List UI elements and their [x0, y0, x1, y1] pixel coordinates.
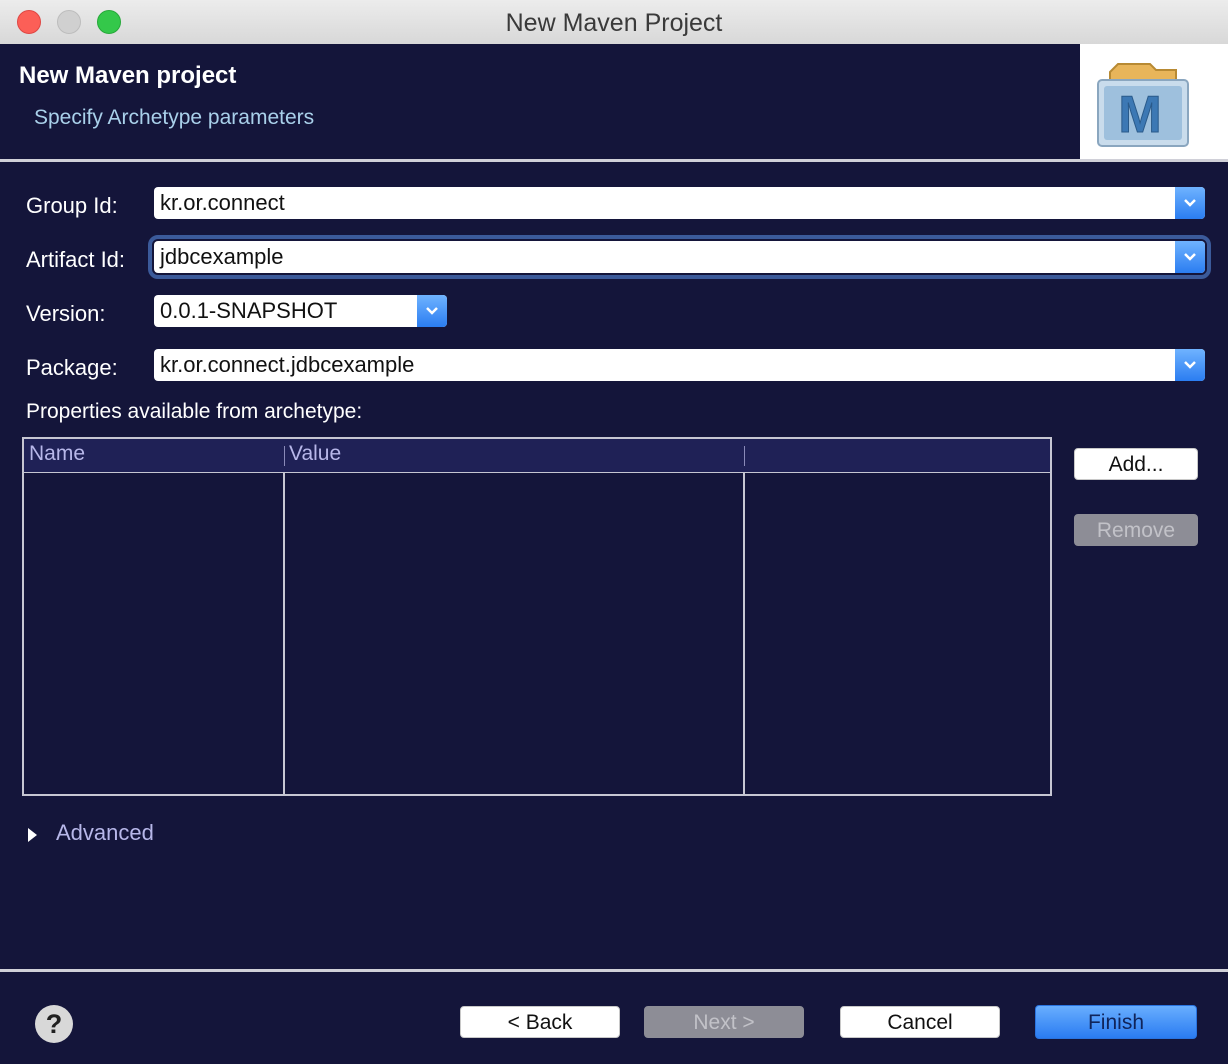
title-bar: New Maven Project: [0, 0, 1228, 45]
artifact-id-combo[interactable]: jdbcexample: [148, 235, 1211, 279]
group-id-label: Group Id:: [26, 193, 118, 218]
window-title: New Maven Project: [505, 9, 723, 37]
package-label: Package:: [26, 355, 118, 380]
version-value[interactable]: 0.0.1-SNAPSHOT: [160, 298, 337, 324]
package-dropdown-button[interactable]: [1175, 349, 1205, 381]
version-label: Version:: [26, 301, 106, 326]
advanced-label[interactable]: Advanced: [56, 820, 154, 846]
group-id-combo[interactable]: kr.or.connect: [154, 187, 1205, 219]
package-value[interactable]: kr.or.connect.jdbcexample: [160, 352, 414, 378]
maven-logo-icon: M: [1097, 63, 1189, 147]
column-header-name[interactable]: Name: [29, 442, 85, 466]
wizard-subtitle: Specify Archetype parameters: [34, 106, 315, 129]
artifact-id-label: Artifact Id:: [26, 247, 126, 272]
remove-property-button[interactable]: Remove: [1074, 514, 1198, 546]
chevron-down-icon: [1184, 361, 1196, 369]
add-property-button[interactable]: Add...: [1074, 448, 1198, 480]
next-button[interactable]: Next >: [644, 1006, 804, 1038]
version-combo[interactable]: 0.0.1-SNAPSHOT: [154, 295, 447, 327]
column-line: [283, 472, 285, 794]
properties-label: Properties available from archetype:: [26, 400, 363, 423]
column-divider[interactable]: [744, 446, 745, 466]
chevron-down-icon: [426, 307, 438, 315]
maven-logo: M: [1080, 44, 1228, 159]
chevron-down-icon: [1184, 253, 1196, 261]
artifact-id-dropdown-button[interactable]: [1175, 241, 1205, 273]
artifact-id-value[interactable]: jdbcexample: [160, 244, 284, 270]
column-divider[interactable]: [284, 446, 285, 466]
disclosure-triangle-icon[interactable]: [28, 828, 38, 842]
package-combo[interactable]: kr.or.connect.jdbcexample: [154, 349, 1205, 381]
banner-separator: [0, 159, 1228, 162]
cancel-button[interactable]: Cancel: [840, 1006, 1000, 1038]
chevron-down-icon: [1184, 199, 1196, 207]
svg-text:M: M: [1118, 86, 1161, 144]
column-header-value[interactable]: Value: [289, 442, 341, 466]
group-id-value[interactable]: kr.or.connect: [160, 190, 285, 216]
wizard-banner: New Maven project Specify Archetype para…: [0, 44, 1228, 159]
properties-table[interactable]: Name Value: [22, 437, 1052, 796]
footer-separator: [0, 969, 1228, 972]
finish-button[interactable]: Finish: [1035, 1005, 1197, 1039]
properties-table-header: Name Value: [24, 439, 1050, 473]
wizard-title: New Maven project: [19, 62, 237, 89]
back-button[interactable]: < Back: [460, 1006, 620, 1038]
column-line: [743, 472, 745, 794]
group-id-dropdown-button[interactable]: [1175, 187, 1205, 219]
version-dropdown-button[interactable]: [417, 295, 447, 327]
help-icon[interactable]: ?: [35, 1005, 73, 1043]
